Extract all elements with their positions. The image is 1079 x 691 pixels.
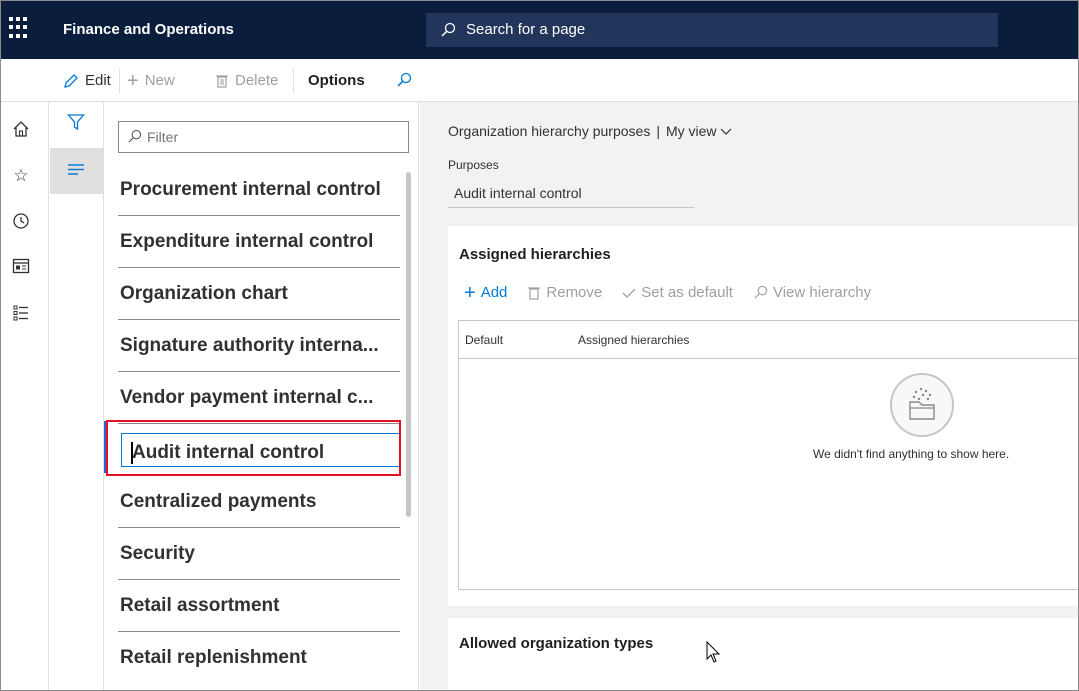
list-item[interactable]: Organization chart [118,268,400,320]
filter-field[interactable] [118,121,409,153]
list-item-label: Retail assortment [120,594,280,616]
new-button[interactable]: + New [127,69,175,92]
options-tab[interactable]: Options [308,72,365,89]
set-default-label: Set as default [641,284,733,301]
search-label: Search for a page [466,21,586,38]
list-item-label: Expenditure internal control [120,230,374,252]
list-item[interactable]: Signature authority interna... [118,320,400,372]
navigation-rail: ☆ [1,102,49,690]
grid-toolbar: + Add Remove Set as default View hierarc… [464,281,871,304]
list-item-label: Signature authority interna... [120,334,379,356]
list-item-label: Security [120,542,195,564]
list-item-label: Centralized payments [120,490,317,512]
star-icon[interactable]: ☆ [11,166,31,186]
chevron-down-icon [721,128,732,135]
add-label: Add [480,284,508,301]
list-item-label: Vendor payment internal c... [120,386,374,408]
pencil-icon [64,73,78,88]
page-title: Organization hierarchy purposes [448,123,651,139]
funnel-icon[interactable] [67,113,85,136]
workspace-icon[interactable] [11,258,31,278]
search-icon [397,72,412,87]
list-item-label: Procurement internal control [120,178,381,200]
list-view-toggle[interactable] [50,148,104,194]
app-launcher-icon[interactable] [9,17,31,39]
assigned-hierarchies-grid: Default Assigned hierarchies We didn't f… [458,320,1078,590]
list-item[interactable]: Vendor payment internal c... [118,372,400,424]
search-icon [127,129,142,149]
empty-state-message: We didn't find anything to show here. [813,447,1010,461]
edit-label: Edit [85,72,111,89]
plus-icon: + [127,69,139,92]
column-header-assigned-hierarchies[interactable]: Assigned hierarchies [578,333,689,347]
assigned-hierarchies-card: Assigned hierarchies + Add Remove Set as… [448,226,1078,606]
allowed-organization-types-title[interactable]: Allowed organization types [459,635,653,652]
list-icon[interactable] [11,304,31,324]
delete-label: Delete [235,72,279,89]
highlight-annotation [106,420,401,476]
filter-input[interactable] [147,127,397,147]
list-item[interactable]: Procurement internal control [118,164,400,216]
view-hierarchy-label: View hierarchy [772,284,872,301]
home-icon[interactable] [11,120,31,140]
lines-icon [68,164,84,175]
column-header-default[interactable]: Default [465,333,503,347]
details-pane: Organization hierarchy purposes | My view … [420,102,1078,690]
purposes-value: Audit internal control [448,177,694,208]
top-nav-bar: Finance and Operations Search for a page [1,1,1078,59]
search-icon [440,22,456,42]
app-title[interactable]: Finance and Operations [63,21,234,38]
remove-button[interactable]: Remove [527,284,602,301]
delete-button[interactable]: Delete [215,72,278,89]
empty-folder-icon [890,373,954,437]
list-pane: Procurement internal control Expenditure… [104,102,419,690]
view-selector[interactable]: My view [666,123,732,139]
trash-icon [528,286,541,300]
checkmark-icon [622,288,636,298]
list-item[interactable]: Expenditure internal control [118,216,400,268]
breadcrumb: Organization hierarchy purposes | My view [448,123,732,139]
assigned-hierarchies-title[interactable]: Assigned hierarchies [459,246,611,263]
search-icon [754,285,768,299]
allowed-organization-types-card: Allowed organization types [448,618,1078,690]
divider [119,69,120,93]
plus-icon: + [464,281,476,304]
app-window: Finance and Operations Search for a page… [0,0,1079,691]
trash-icon [216,74,228,88]
list-item[interactable]: Retail assortment [118,580,400,632]
list-item[interactable]: Security [118,528,400,580]
remove-label: Remove [546,284,603,301]
clock-icon[interactable] [11,212,31,232]
set-default-button[interactable]: Set as default [622,284,733,301]
search-box[interactable]: Search for a page [426,13,998,47]
grid-header: Default Assigned hierarchies [459,321,1078,359]
list-item[interactable]: Retail replenishment [118,632,400,684]
new-label: New [144,72,175,89]
purposes-label: Purposes [448,158,499,172]
scrollbar[interactable] [406,172,411,517]
mouse-cursor-icon [706,640,722,670]
action-pane: Edit + New Delete Options [1,59,1078,102]
edit-button[interactable]: Edit [63,72,111,89]
list-item-label: Retail replenishment [120,647,307,668]
view-hierarchy-button[interactable]: View hierarchy [753,284,871,301]
view-label: My view [665,123,717,139]
list-item-label: Organization chart [120,282,288,304]
filter-column [50,102,104,690]
divider [293,69,294,93]
action-search-button[interactable] [396,72,412,88]
add-button[interactable]: + Add [464,281,508,304]
list-item[interactable]: Centralized payments [118,476,400,528]
